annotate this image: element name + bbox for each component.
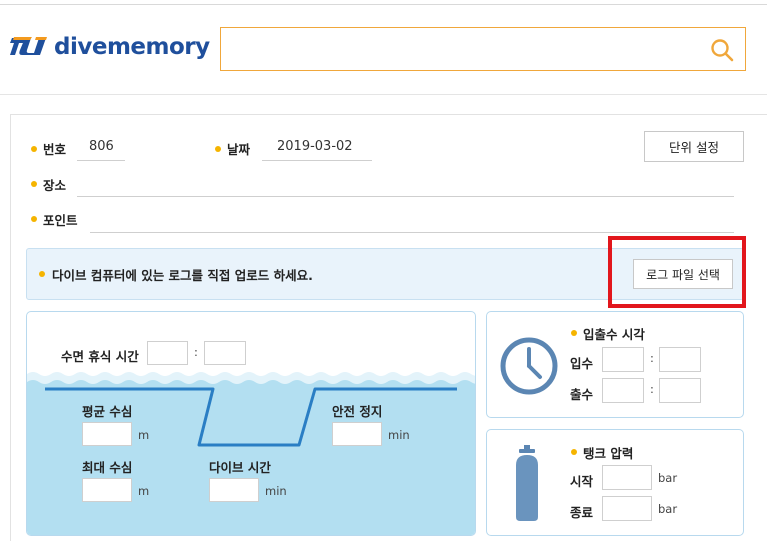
number-label: 번호 xyxy=(43,142,67,157)
logo[interactable]: divememory xyxy=(10,30,210,64)
surface-interval-minutes-input[interactable] xyxy=(204,341,246,365)
point-input[interactable] xyxy=(90,232,734,233)
safety-stop-input[interactable] xyxy=(332,422,382,446)
exit-label: 출수 xyxy=(570,387,594,402)
colon-separator: : xyxy=(650,382,654,396)
surface-interval-hours-input[interactable] xyxy=(147,341,188,365)
avg-depth-label: 평균 수심 xyxy=(82,404,133,419)
date-label: 날짜 xyxy=(227,142,251,157)
safety-stop-label: 안전 정지 xyxy=(332,404,383,419)
search-icon[interactable] xyxy=(709,37,735,63)
logo-text: divememory xyxy=(54,34,210,60)
tank-end-input[interactable] xyxy=(602,496,652,521)
bullet-dot xyxy=(31,146,37,152)
number-underline xyxy=(77,160,125,161)
place-input[interactable] xyxy=(77,196,734,197)
dive-time-input[interactable] xyxy=(209,478,259,502)
avg-depth-input[interactable] xyxy=(82,422,132,446)
tank-icon xyxy=(516,445,538,521)
bullet-dot xyxy=(39,271,45,277)
entry-hour-input[interactable] xyxy=(602,347,644,372)
tank-start-unit: bar xyxy=(658,471,678,485)
entry-label: 입수 xyxy=(570,356,594,371)
avg-depth-unit: m xyxy=(138,428,150,442)
colon-separator: : xyxy=(194,345,198,359)
bullet-dot xyxy=(31,216,37,222)
dive-time-unit: min xyxy=(265,484,287,498)
header-divider xyxy=(0,94,767,95)
upload-message: 다이브 컴퓨터에 있는 로그를 직접 업로드 하세요. xyxy=(52,268,313,283)
bullet-dot xyxy=(571,449,577,455)
tank-end-unit: bar xyxy=(658,502,678,516)
tank-end-label: 종료 xyxy=(570,505,594,520)
surface-interval-label: 수면 휴식 시간 xyxy=(61,349,139,364)
clock-icon xyxy=(500,337,558,395)
safety-stop-unit: min xyxy=(388,428,410,442)
bullet-dot xyxy=(31,181,37,187)
highlight-box xyxy=(608,236,746,308)
dive-time-label: 다이브 시간 xyxy=(209,460,271,475)
entry-minute-input[interactable] xyxy=(659,347,701,372)
tank-title: 탱크 압력 xyxy=(583,446,634,461)
number-value[interactable]: 806 xyxy=(89,139,114,154)
tank-start-label: 시작 xyxy=(570,474,594,489)
max-depth-unit: m xyxy=(138,484,150,498)
tank-start-input[interactable] xyxy=(602,465,652,490)
date-value[interactable]: 2019-03-02 xyxy=(277,139,353,154)
bullet-dot xyxy=(571,330,577,336)
max-depth-label: 최대 수심 xyxy=(82,460,133,475)
date-underline xyxy=(262,160,372,161)
max-depth-input[interactable] xyxy=(82,478,132,502)
bullet-dot xyxy=(215,146,221,152)
colon-separator: : xyxy=(650,351,654,365)
exit-hour-input[interactable] xyxy=(602,378,644,403)
unit-settings-button[interactable]: 단위 설정 xyxy=(644,131,744,162)
search-input[interactable] xyxy=(220,27,746,71)
exit-minute-input[interactable] xyxy=(659,378,701,403)
place-label: 장소 xyxy=(43,178,67,193)
point-label: 포인트 xyxy=(43,213,78,228)
top-border xyxy=(0,4,767,5)
divememory-logo-icon xyxy=(10,37,47,55)
entry-exit-title: 입출수 시각 xyxy=(583,327,645,342)
